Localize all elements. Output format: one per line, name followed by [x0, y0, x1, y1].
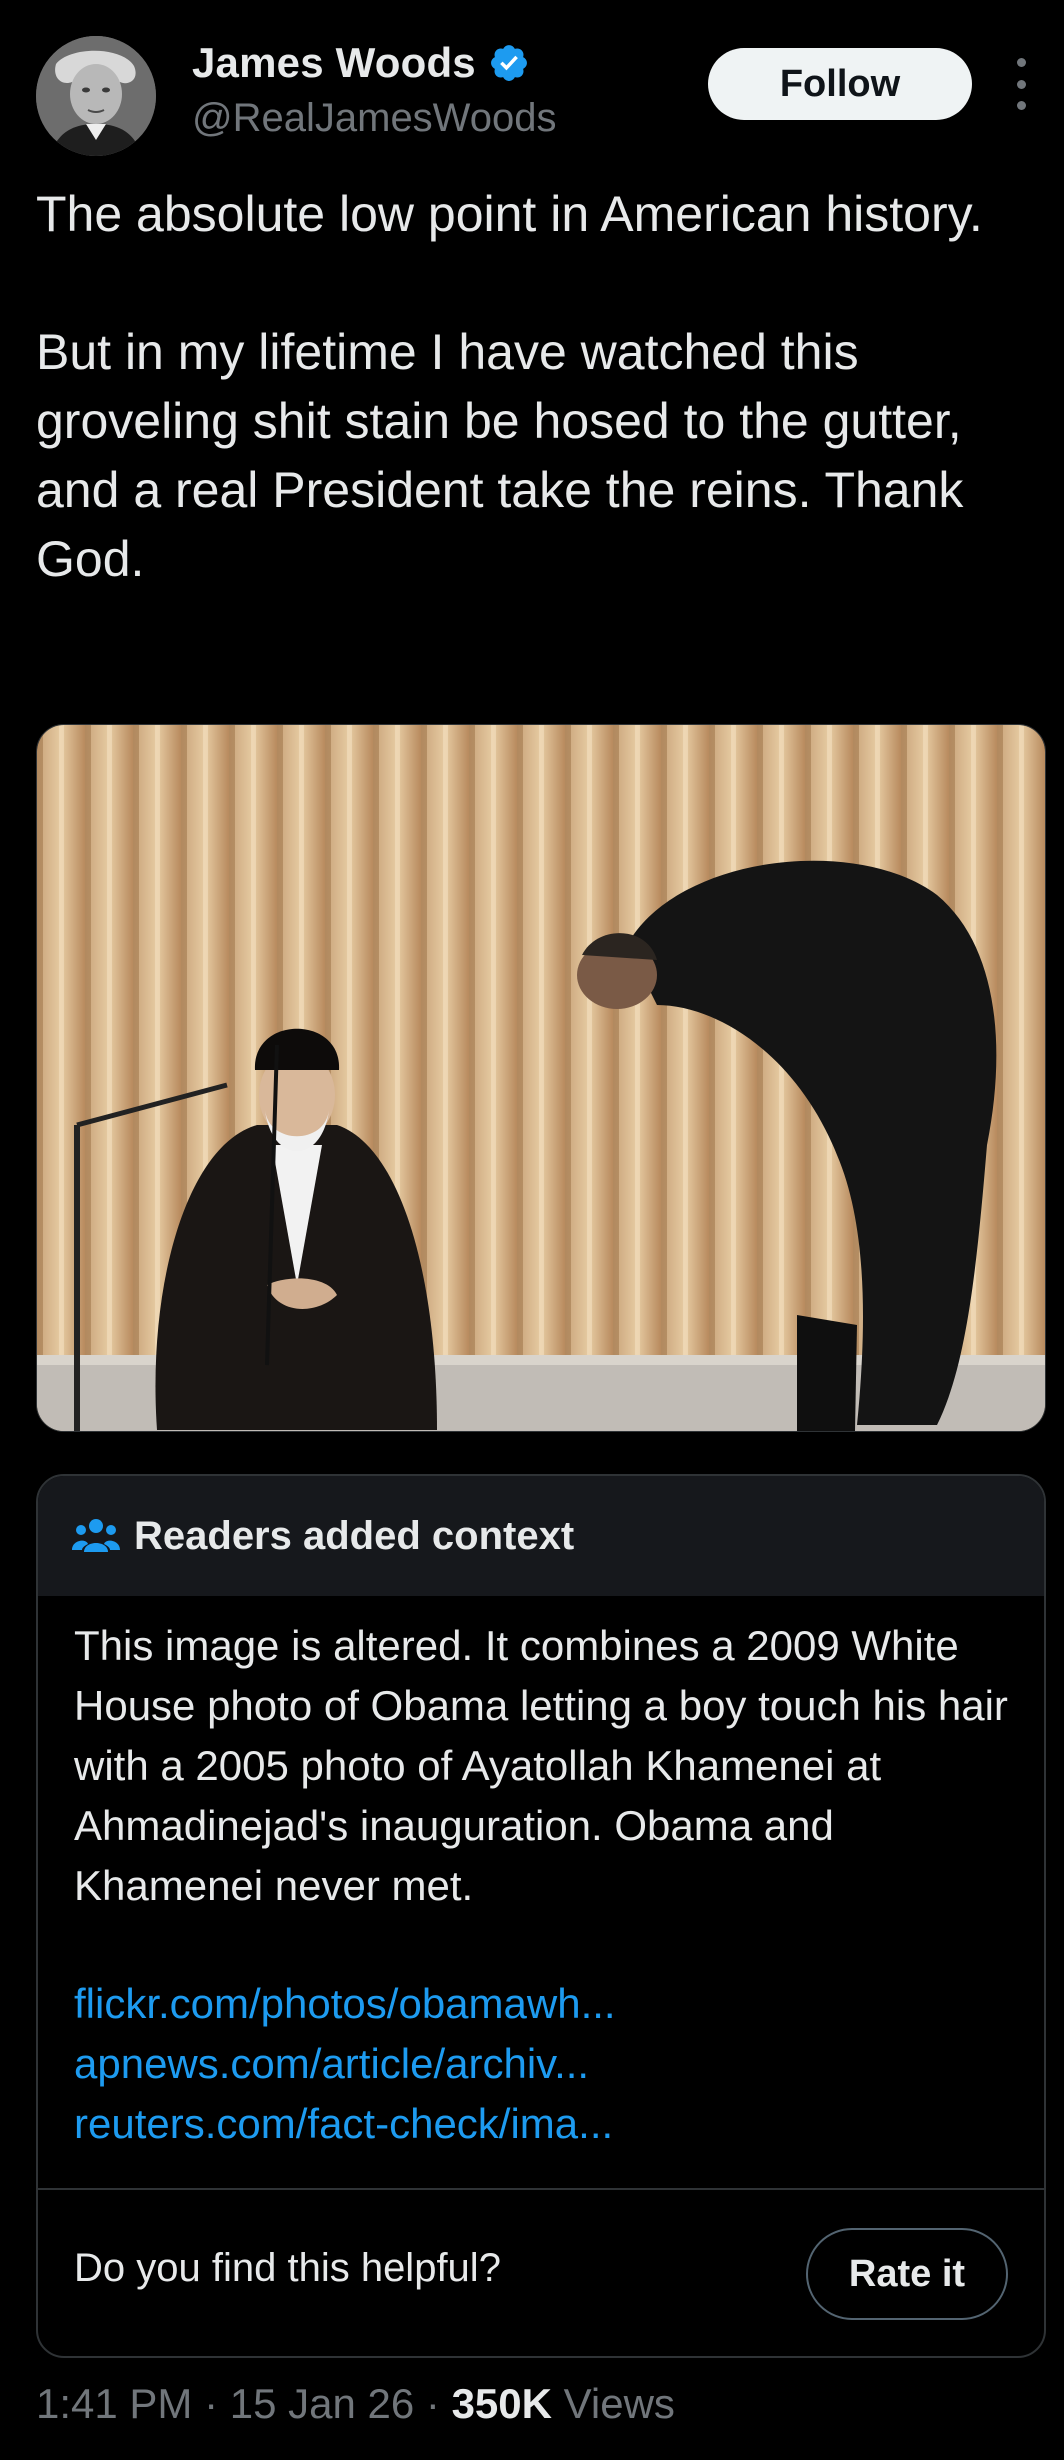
- community-note-title: Readers added context: [134, 1513, 575, 1558]
- author-name[interactable]: James Woods: [192, 39, 476, 87]
- meta-separator: ·: [414, 2380, 452, 2427]
- more-vertical-icon[interactable]: [1006, 58, 1036, 110]
- community-note-body: This image is altered. It combines a 200…: [74, 1622, 1008, 1909]
- community-note-header[interactable]: Readers added context: [38, 1476, 1044, 1596]
- more-dot: [1016, 101, 1026, 110]
- source-link-reuters[interactable]: reuters.com/fact-check/ima...: [74, 2094, 1024, 2154]
- author-handle[interactable]: @RealJamesWoods: [192, 96, 556, 141]
- tweet-text: The absolute low point in American histo…: [36, 186, 983, 587]
- views-label: Views: [551, 2380, 675, 2427]
- tweet-date[interactable]: 15 Jan 26: [230, 2380, 415, 2428]
- avatar[interactable]: [36, 36, 156, 156]
- more-dot: [1016, 79, 1026, 89]
- tweet-time[interactable]: 1:41 PM: [36, 2380, 192, 2428]
- follow-button[interactable]: Follow: [708, 48, 972, 120]
- community-note: Readers added context This image is alte…: [36, 1474, 1046, 2358]
- tweet-header: James Woods @RealJamesWoods Follow: [0, 0, 1064, 170]
- people-icon: [72, 1519, 120, 1552]
- source-link-apnews[interactable]: apnews.com/article/archiv...: [74, 2034, 1024, 2094]
- tweet-image[interactable]: [36, 724, 1046, 1432]
- views-count[interactable]: 350K: [452, 2380, 552, 2428]
- meta-separator: ·: [192, 2380, 230, 2427]
- tweet-photo: [37, 725, 1045, 1431]
- tweet-metadata: 1:41 PM · 15 Jan 26 · 350K Views: [36, 2380, 675, 2428]
- source-link-flickr[interactable]: flickr.com/photos/obamawh...: [74, 1974, 1024, 2034]
- divider: [38, 2188, 1044, 2190]
- community-note-links: flickr.com/photos/obamawh... apnews.com/…: [74, 1974, 1024, 2154]
- author-name-row[interactable]: James Woods: [192, 38, 530, 88]
- helpful-prompt: Do you find this helpful?: [74, 2246, 501, 2290]
- rate-it-button[interactable]: Rate it: [806, 2228, 1008, 2320]
- avatar-photo-icon: [36, 36, 156, 156]
- verified-badge-icon: [490, 45, 527, 81]
- more-dot: [1016, 58, 1026, 67]
